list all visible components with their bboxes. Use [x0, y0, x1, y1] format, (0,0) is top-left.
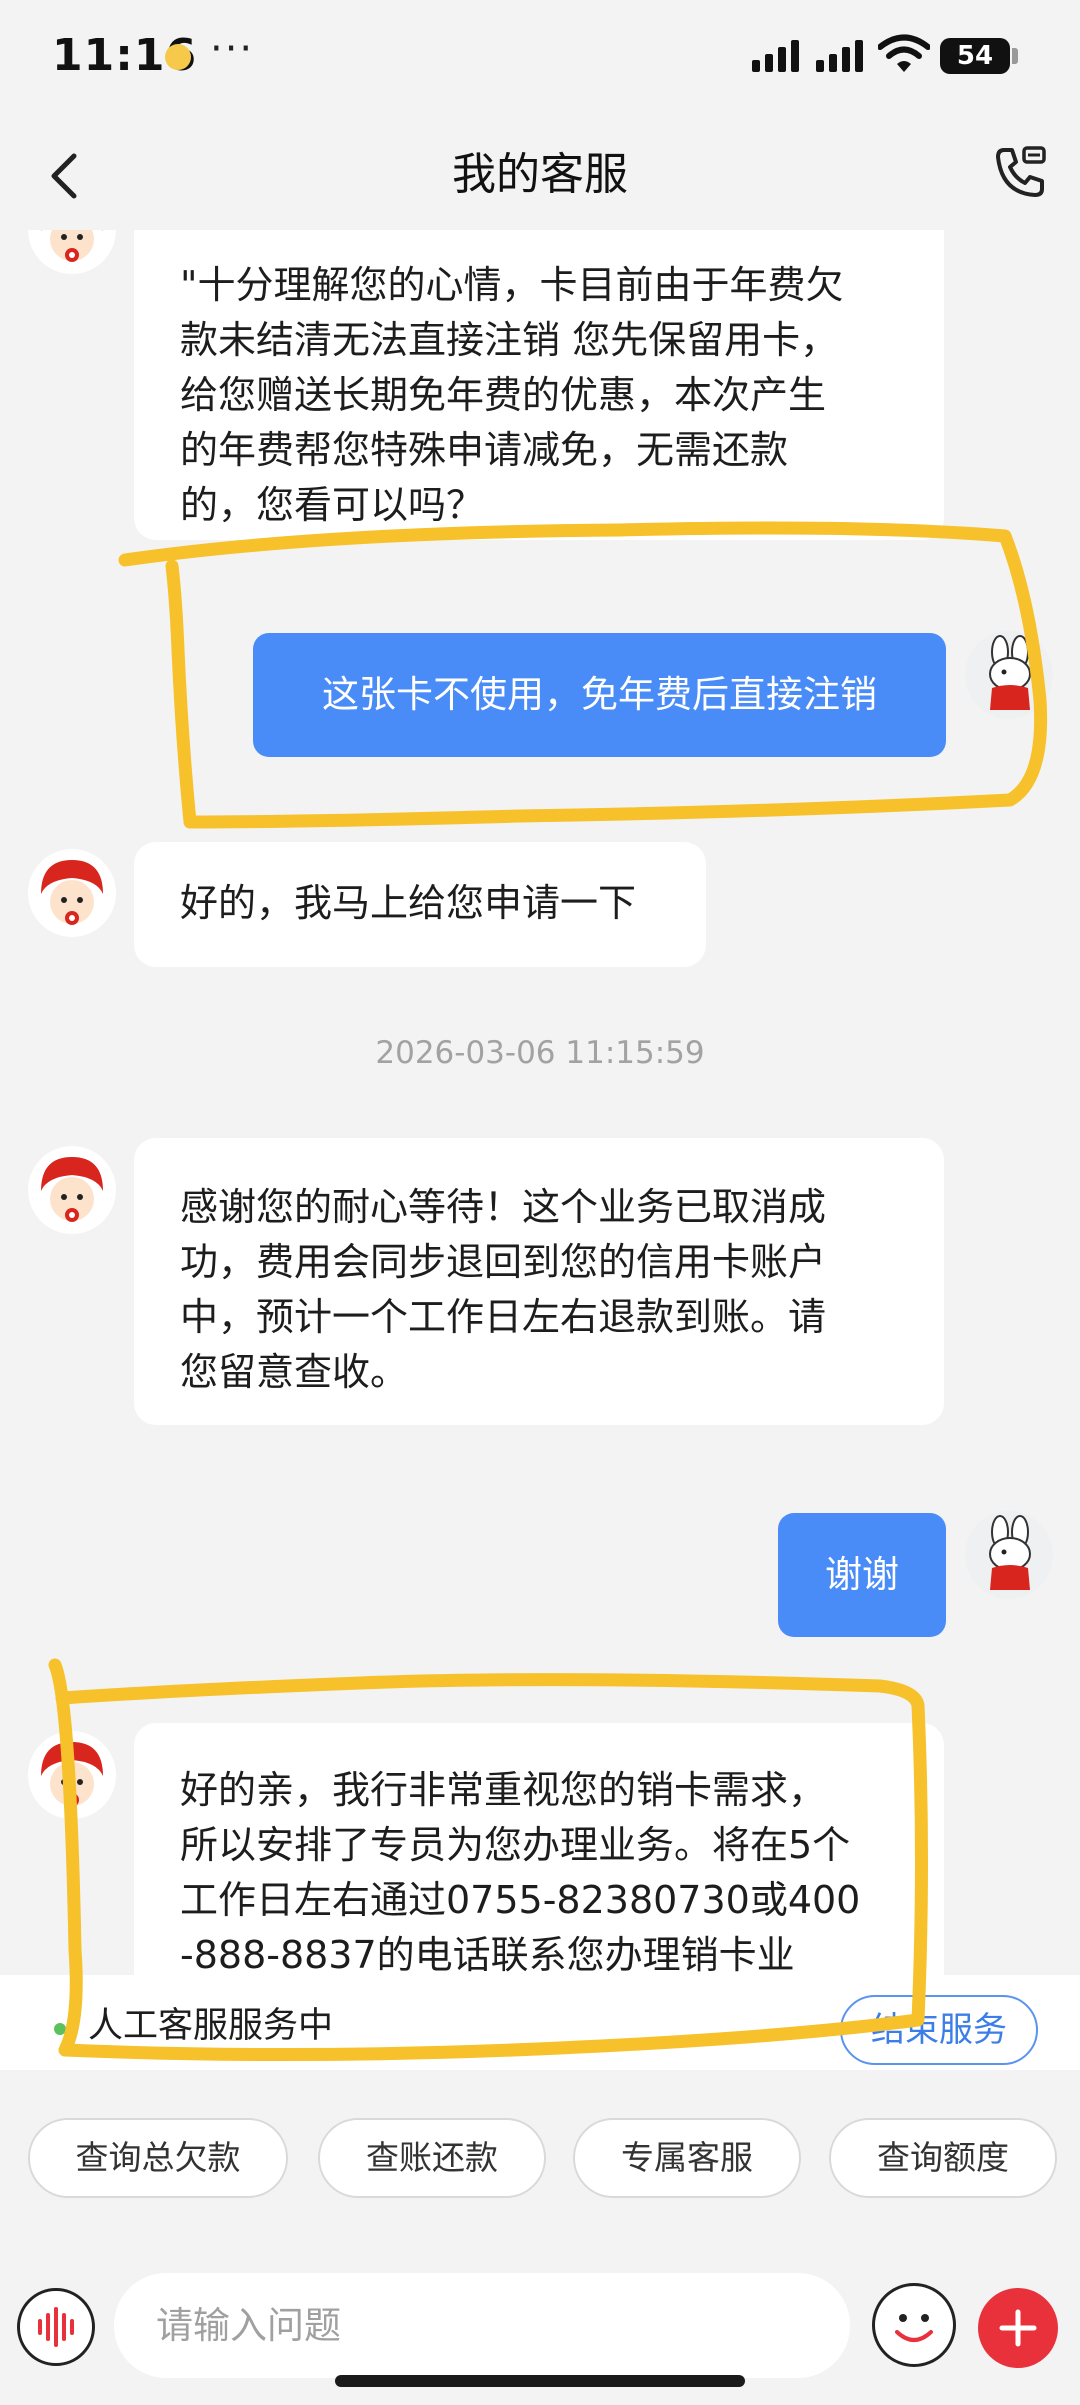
cellular-signal-icon: [816, 40, 863, 72]
more-indicator: ···: [210, 26, 255, 72]
home-indicator: [335, 2375, 745, 2387]
message-timestamp: 2026-03-06 11:15:59: [375, 1035, 705, 1071]
end-service-button[interactable]: 结束服务: [840, 1995, 1038, 2065]
quick-action-credit-limit[interactable]: 查询额度: [829, 2118, 1057, 2198]
emoji-button[interactable]: [872, 2283, 956, 2367]
phone-call-icon[interactable]: [990, 142, 1050, 202]
question-input[interactable]: [114, 2273, 850, 2378]
online-status-dot: [54, 2023, 66, 2035]
voice-input-button[interactable]: [17, 2288, 95, 2366]
quick-actions: 查询总欠款 查账还款 专属客服 查询额度: [0, 2070, 1080, 2245]
voice-wave-icon: [38, 2307, 74, 2347]
agent-avatar-icon: [28, 1146, 116, 1234]
agent-message: 感谢您的耐心等待！这个业务已取消成 功，费用会同步退回到您的信用卡账户 中，预计…: [134, 1138, 944, 1425]
quick-action-exclusive-service[interactable]: 专属客服: [573, 2118, 801, 2198]
service-status-label: 人工客服服务中: [88, 2006, 334, 2046]
nav-bar: 我的客服: [0, 120, 1080, 230]
agent-avatar-icon: [28, 1731, 116, 1819]
cellular-signal-icon: [752, 40, 799, 72]
status-bar: 11:16 ··· 54: [0, 0, 1080, 120]
agent-message: "十分理解您的心情，卡目前由于年费欠 款未结清无法直接注销 您先保留用卡， 给您…: [134, 230, 944, 540]
plus-icon: [999, 2309, 1037, 2347]
agent-message: 好的亲，我行非常重视您的销卡需求， 所以安排了专员为您办理业务。将在5个 工作日…: [134, 1723, 944, 1975]
battery-tip: [1012, 48, 1018, 64]
quick-action-bill-repay[interactable]: 查账还款: [318, 2118, 546, 2198]
service-status-bar: 人工客服服务中 结束服务: [0, 1975, 1080, 2070]
plus-button[interactable]: [978, 2288, 1058, 2368]
user-avatar-icon: [965, 631, 1053, 719]
notification-dot-icon: [165, 44, 191, 70]
chat-message-list[interactable]: "十分理解您的心情，卡目前由于年费欠 款未结清无法直接注销 您先保留用卡， 给您…: [0, 230, 1080, 1975]
battery-indicator: 54: [940, 38, 1010, 74]
user-message: 这张卡不使用，免年费后直接注销: [253, 633, 946, 757]
agent-message: 好的，我马上给您申请一下: [134, 842, 706, 967]
agent-avatar-icon: [28, 230, 116, 274]
quick-action-total-debt[interactable]: 查询总欠款: [28, 2118, 288, 2198]
user-avatar-icon: [965, 1511, 1053, 1599]
user-message: 谢谢: [778, 1513, 946, 1637]
agent-avatar-icon: [28, 849, 116, 937]
smiley-icon: [895, 2314, 933, 2342]
wifi-icon: [878, 34, 930, 72]
chevron-left-icon[interactable]: [40, 140, 100, 210]
page-title: 我的客服: [452, 149, 628, 200]
